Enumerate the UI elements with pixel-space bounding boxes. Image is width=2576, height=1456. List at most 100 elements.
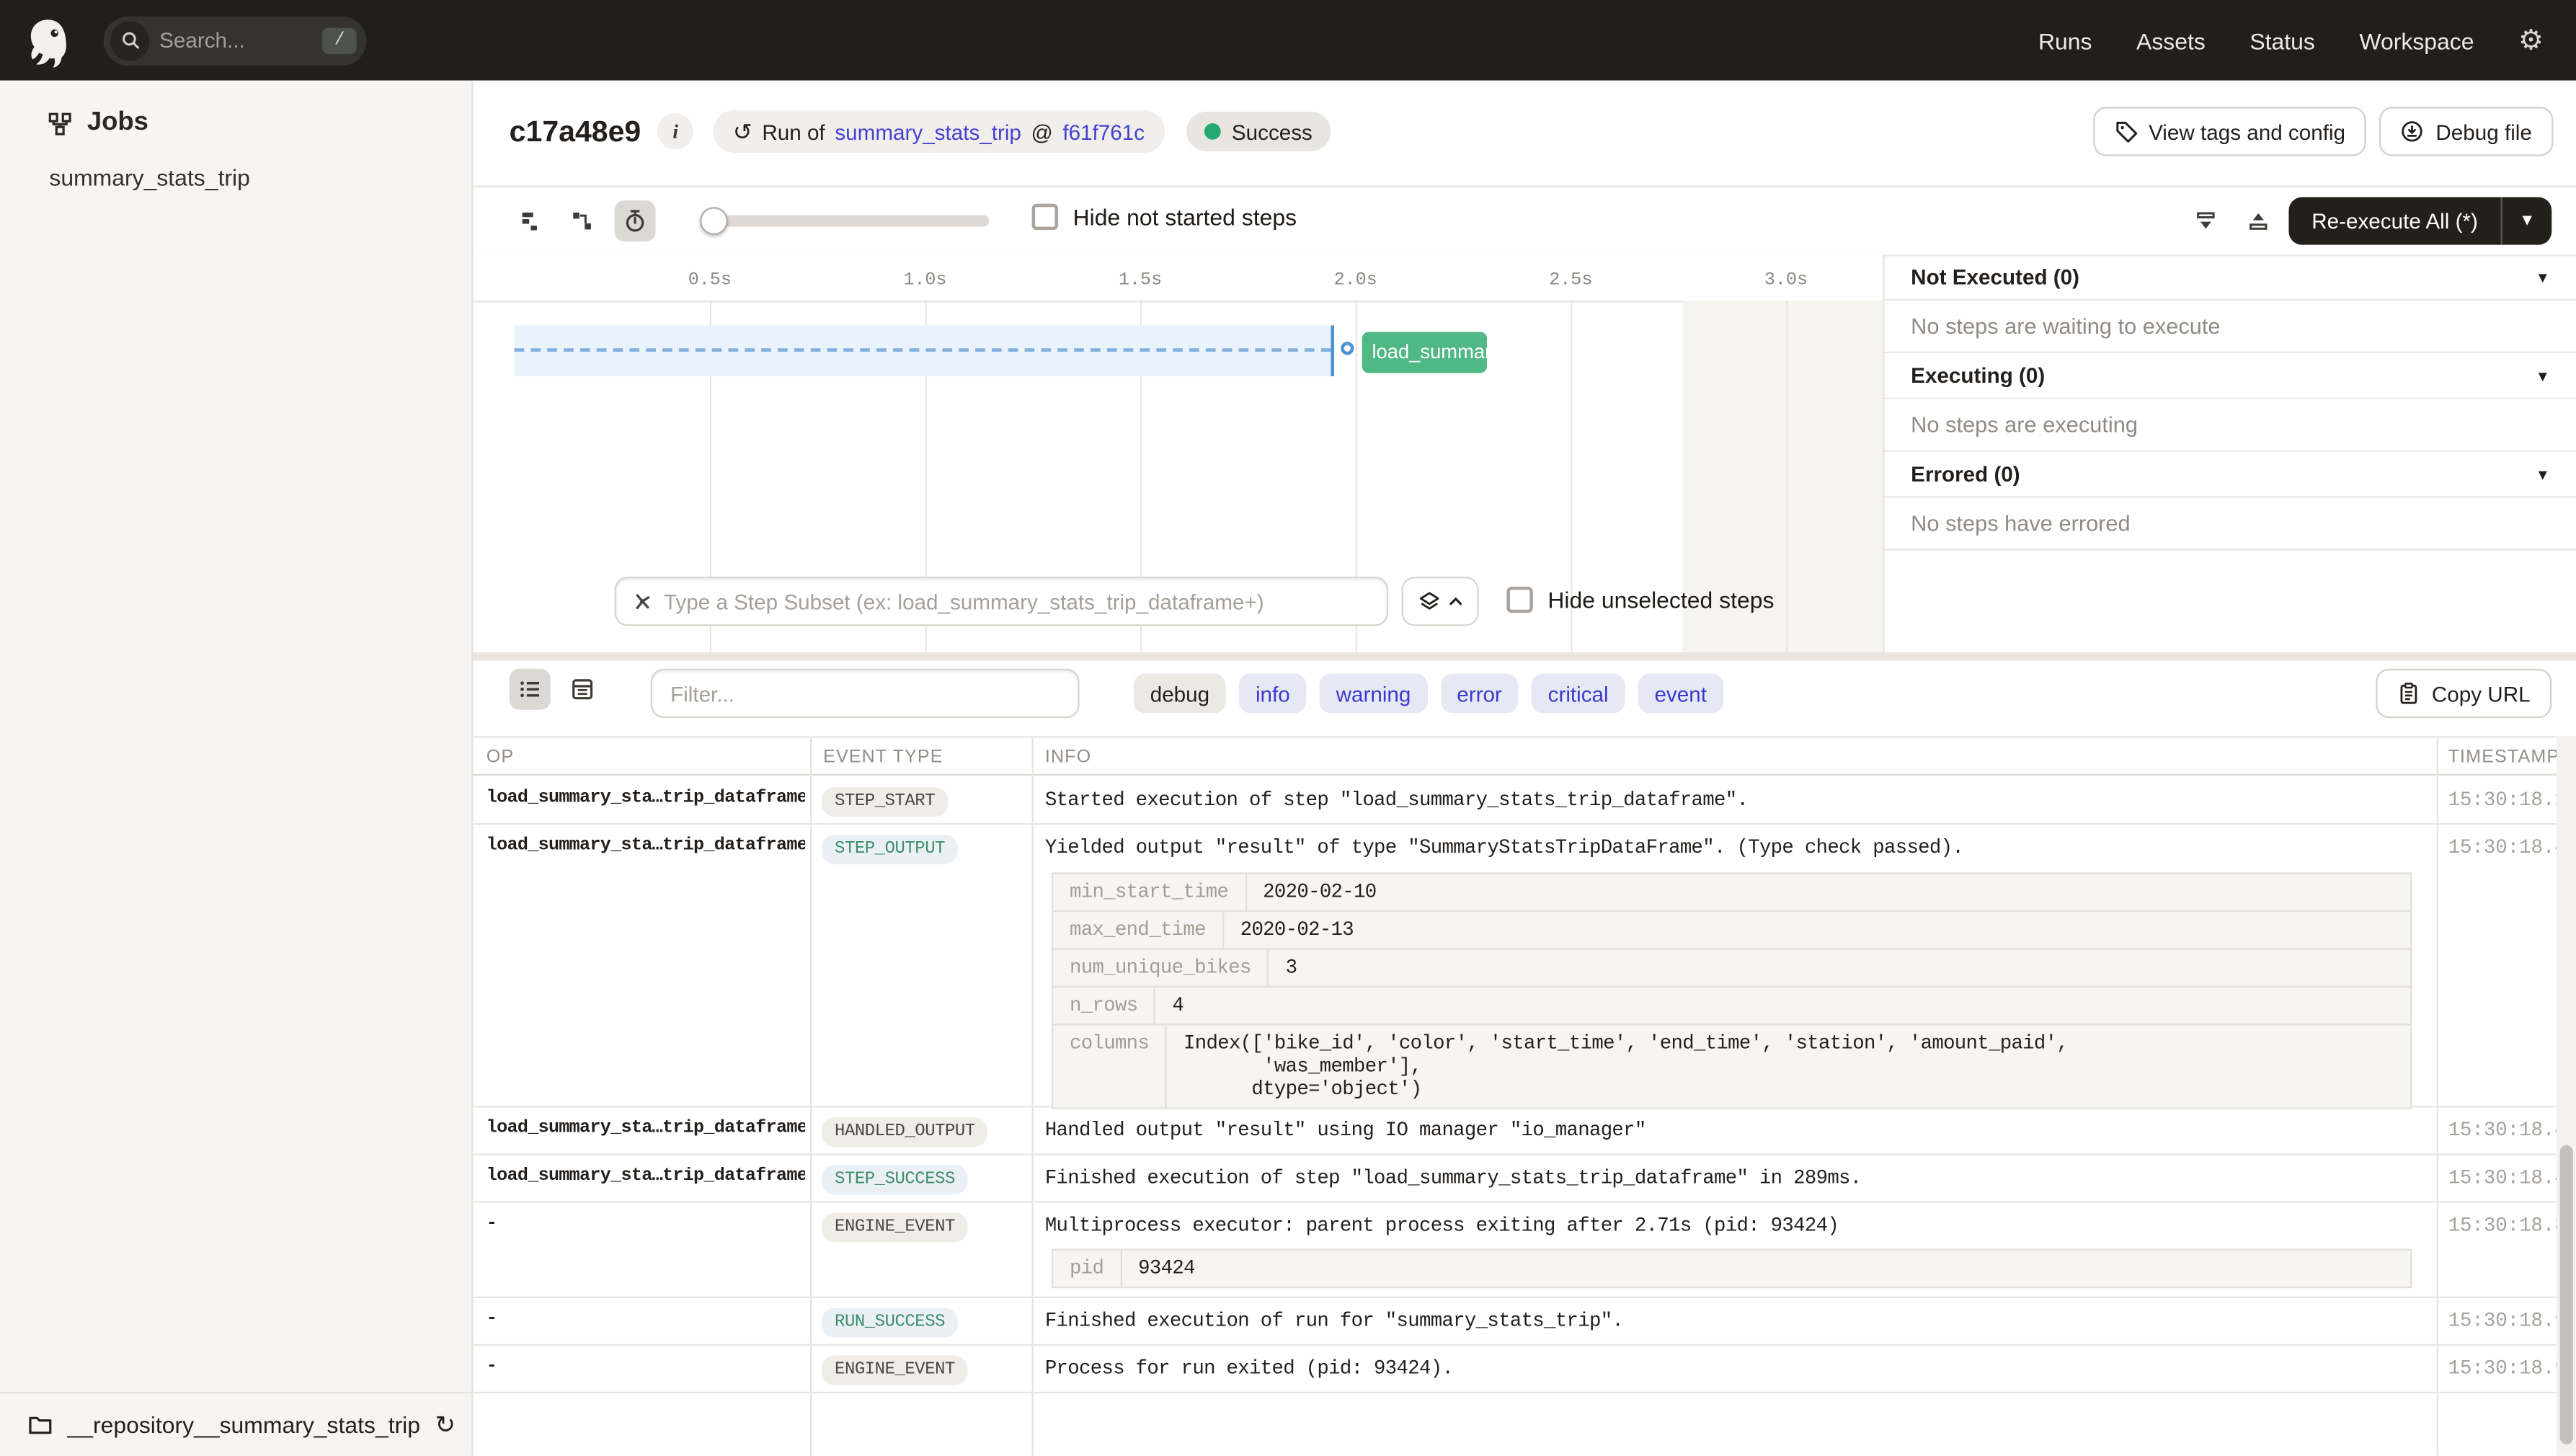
jobs-header: Jobs (48, 108, 148, 138)
section-title: Executing (0) (1911, 363, 2046, 388)
graph-query-toggle-button[interactable] (1401, 577, 1479, 626)
nav-item-assets[interactable]: Assets (2136, 27, 2206, 53)
log-row[interactable]: load_summary_sta…trip_dataframe STEP_STA… (473, 777, 2576, 825)
log-row[interactable]: load_summary_sta…trip_dataframe STEP_SUC… (473, 1155, 2576, 1203)
metadata-table: min_start_time 2020-02-10 max_end_time 202… (1051, 872, 2412, 1109)
axis-tick: 3.0s (1764, 271, 1808, 291)
meta-value: 2020-02-10 (1263, 880, 1377, 904)
chevron-down-icon[interactable]: ▼ (2536, 466, 2550, 482)
level-pill-debug[interactable]: debug (1133, 673, 1226, 714)
dagster-run-page: / Runs Assets Status Workspace ⚙ Jobs su… (0, 0, 2576, 1456)
log-row[interactable]: - RUN_SUCCESS Finished execution of run … (473, 1298, 2576, 1346)
jobs-icon (48, 111, 72, 136)
logs-toolbar: debug info warning error critical event … (474, 660, 2576, 736)
gear-icon[interactable]: ⚙ (2518, 26, 2544, 54)
nav-item-workspace[interactable]: Workspace (2359, 27, 2474, 53)
section-empty-text: No steps have errored (1884, 498, 2576, 551)
hide-unselected-checkbox[interactable] (1506, 586, 1533, 613)
event-type-tag: STEP_START (821, 786, 949, 817)
status-badge: Success (1186, 112, 1331, 151)
section-not-executed[interactable]: Not Executed (0) ▼ (1884, 254, 2576, 301)
log-info: Yielded output "result" of type "Summary… (1044, 836, 1964, 860)
scroll-to-bottom-button[interactable] (2185, 200, 2226, 241)
copy-url-label: Copy URL (2431, 680, 2531, 706)
level-pill-event[interactable]: event (1638, 673, 1723, 714)
axis-tick: 1.0s (903, 271, 947, 291)
step-wait-band (514, 325, 1335, 377)
axis-tick: 2.5s (1549, 271, 1593, 291)
log-row[interactable]: load_summary_sta…trip_dataframe HANDLED_… (473, 1107, 2576, 1155)
run-id: c17a48e9 (509, 114, 641, 148)
log-timestamp: 15:30:18.451 (2448, 1166, 2567, 1190)
search-input[interactable] (149, 27, 323, 53)
event-type-tag: ENGINE_EVENT (821, 1212, 969, 1243)
history-icon: ↺ (732, 117, 752, 144)
gantt-waterfall-view-button[interactable] (562, 200, 603, 241)
sidebar-item-job[interactable]: summary_stats_trip (49, 164, 249, 190)
snapshot-link[interactable]: f61f761c (1062, 119, 1145, 143)
event-type-tag: HANDLED_OUTPUT (821, 1117, 989, 1148)
gantt-step-chip[interactable]: load_summary_stats_trip_dataframe (1362, 332, 1488, 373)
log-timestamp: 15:30:18.152 (2448, 789, 2567, 812)
log-scrollbar-thumb[interactable] (2559, 1145, 2573, 1444)
log-info: Finished execution of run for "summary_s… (1044, 1309, 1624, 1333)
section-empty-text: No steps are executing (1884, 399, 2576, 452)
reexecute-all-button[interactable]: Re-execute All (*) ▼ (2288, 197, 2552, 245)
log-timestamp: 15:30:18.904 (2448, 1309, 2567, 1333)
col-event-type: EVENT TYPE (823, 747, 943, 768)
info-icon[interactable]: i (657, 113, 694, 150)
step-subset-input[interactable] (663, 589, 1372, 614)
meta-value: 3 (1285, 956, 1297, 980)
log-timestamp: 15:30:18.895 (2448, 1214, 2567, 1238)
gantt-timed-view-button[interactable] (614, 200, 656, 242)
meta-value: 2020-02-13 (1240, 918, 1354, 942)
pipeline-link[interactable]: summary_stats_trip (835, 119, 1021, 143)
log-filter-input[interactable] (650, 668, 1080, 719)
log-list-view-button[interactable] (509, 668, 551, 710)
repository-footer[interactable]: __repository__summary_stats_trip ↻ (0, 1391, 472, 1456)
axis-tick: 0.5s (688, 271, 732, 291)
gantt-zoom-slider[interactable] (700, 207, 990, 235)
gantt-flat-view-button[interactable] (511, 200, 552, 241)
nav-item-status[interactable]: Status (2249, 27, 2315, 53)
log-structured-view-button[interactable] (562, 669, 603, 710)
log-row[interactable]: load_summary_sta…trip_dataframe STEP_OUT… (473, 825, 2576, 1109)
dagster-logo-icon[interactable] (22, 14, 74, 67)
debug-file-button[interactable]: Debug file (2379, 107, 2554, 156)
debug-file-label: Debug file (2435, 119, 2532, 144)
section-title: Not Executed (0) (1911, 265, 2080, 290)
level-pill-info[interactable]: info (1239, 673, 1307, 714)
log-info: Started execution of step "load_summary_… (1044, 789, 1749, 812)
log-timestamp: 15:30:18.442 (2448, 1119, 2567, 1142)
reexecute-dropdown-caret[interactable]: ▼ (2500, 197, 2551, 245)
log-row[interactable]: - ENGINE_EVENT Multiprocess executor: pa… (473, 1203, 2576, 1298)
level-pill-error[interactable]: error (1440, 673, 1519, 714)
meta-key: num_unique_bikes (1053, 949, 1269, 986)
panel-splitter[interactable] (473, 652, 2576, 661)
section-executing[interactable]: Executing (0) ▼ (1884, 353, 2576, 399)
hide-not-started-checkbox[interactable] (1031, 203, 1059, 231)
gantt-toolbar: Hide not started steps Re-execute All (*… (474, 187, 2576, 254)
meta-key: pid (1053, 1250, 1122, 1287)
step-start-marker-icon (1341, 342, 1354, 355)
section-title: Errored (0) (1911, 461, 2020, 487)
jobs-title: Jobs (86, 108, 148, 137)
level-pill-warning[interactable]: warning (1319, 673, 1428, 714)
log-op: load_summary_sta…trip_dataframe (486, 1119, 806, 1139)
nav-item-runs[interactable]: Runs (2038, 27, 2092, 53)
top-nav: / Runs Assets Status Workspace ⚙ (0, 0, 2576, 81)
log-row[interactable]: - ENGINE_EVENT Process for run exited (p… (473, 1346, 2576, 1394)
chevron-down-icon[interactable]: ▼ (2536, 269, 2550, 285)
refresh-icon[interactable]: ↻ (435, 1410, 456, 1439)
scroll-to-top-button[interactable] (2238, 200, 2279, 241)
global-search: / (103, 15, 367, 66)
slider-knob[interactable] (700, 207, 728, 235)
level-pill-critical[interactable]: critical (1531, 673, 1625, 714)
view-tags-config-button[interactable]: View tags and config (2092, 107, 2367, 156)
section-errored[interactable]: Errored (0) ▼ (1884, 452, 2576, 498)
op-selector-icon (631, 590, 654, 613)
steps-status-panel: Not Executed (0) ▼ No steps are waiting … (1883, 254, 2576, 653)
at-separator: @ (1031, 119, 1053, 144)
copy-url-button[interactable]: Copy URL (2376, 668, 2552, 719)
chevron-down-icon[interactable]: ▼ (2536, 367, 2550, 383)
